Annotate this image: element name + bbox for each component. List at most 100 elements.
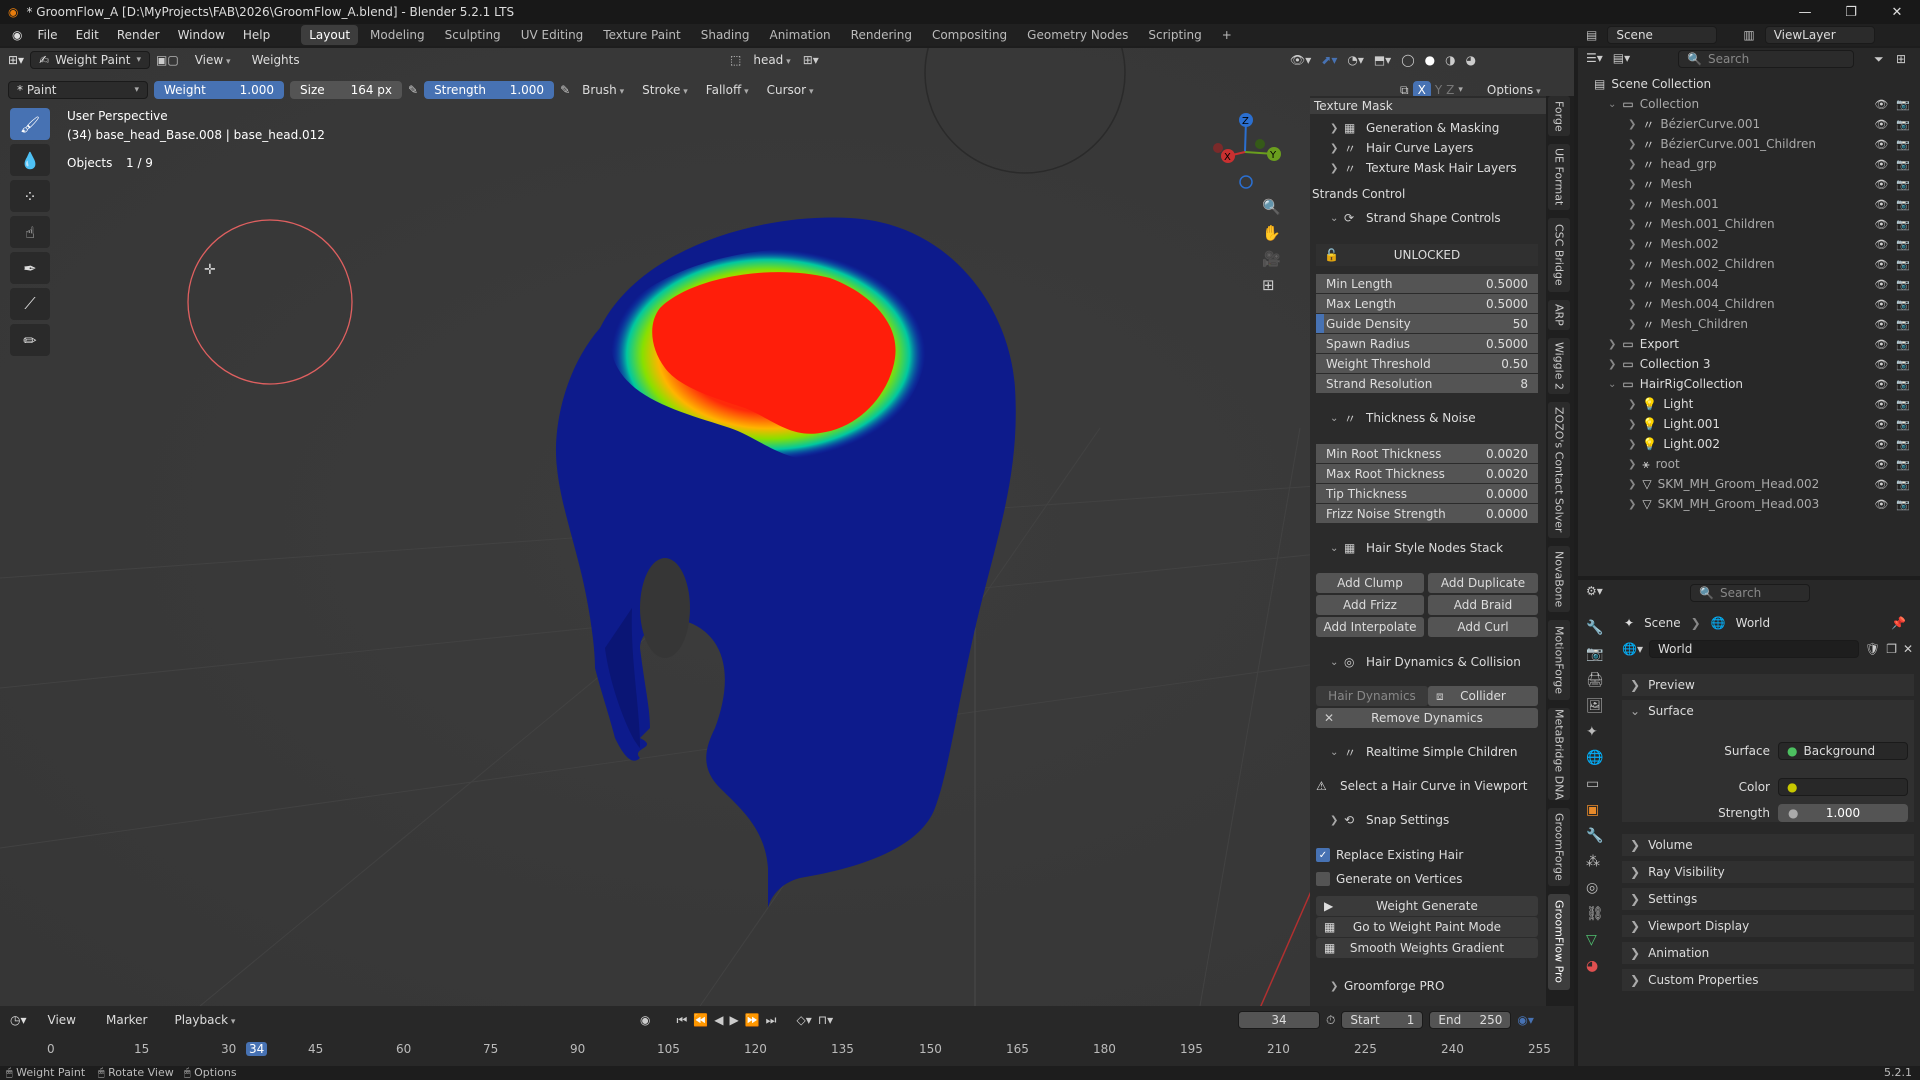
expand-caret-icon[interactable]: ⌄: [1608, 379, 1616, 390]
outliner-item[interactable]: ❯ 〃 Mesh.004_Children 👁 📷: [1578, 294, 1920, 314]
blur-tool[interactable]: 💧: [10, 144, 50, 176]
visibility-toggles[interactable]: 👁 📷: [1874, 218, 1910, 231]
outliner-search-input[interactable]: 🔍 Search: [1678, 50, 1854, 68]
outliner-item[interactable]: ❯ ▽ SKM_MH_Groom_Head.003 👁 📷: [1578, 494, 1920, 514]
tip-thickness-field[interactable]: Tip Thickness 0.0000: [1316, 484, 1538, 503]
expand-caret-icon[interactable]: ❯: [1628, 159, 1636, 170]
jump-start-icon[interactable]: ⏮: [676, 1013, 687, 1028]
world-datablock-field[interactable]: World: [1648, 640, 1859, 658]
keying-icon[interactable]: ◇▾: [796, 1013, 811, 1027]
jump-end-icon[interactable]: ⏭: [766, 1013, 777, 1028]
max-root-thickness-field[interactable]: Max Root Thickness 0.0020: [1316, 464, 1538, 483]
timeline-playback-menu[interactable]: Playback: [168, 1013, 241, 1027]
eye-icon[interactable]: 👁: [1874, 178, 1888, 191]
add-frizz-button[interactable]: Add Frizz: [1316, 595, 1424, 615]
particles-tab-icon[interactable]: ⁂: [1586, 854, 1604, 870]
tool-tab-icon[interactable]: 🔧: [1586, 620, 1604, 636]
tab-novabone[interactable]: NovaBone: [1548, 546, 1570, 612]
menu-edit[interactable]: Edit: [67, 24, 108, 46]
camera-render-icon[interactable]: 📷: [1896, 498, 1910, 511]
expand-caret-icon[interactable]: ❯: [1628, 119, 1636, 130]
generate-on-vertices-checkbox[interactable]: Generate on Vertices: [1310, 870, 1546, 888]
section-volume[interactable]: ❯ Volume: [1622, 834, 1914, 856]
tab-uv-editing[interactable]: UV Editing: [513, 25, 592, 45]
eye-icon[interactable]: 👁: [1874, 98, 1888, 111]
tab-shading[interactable]: Shading: [693, 25, 758, 45]
weight-slider[interactable]: Weight 1.000: [154, 81, 284, 99]
outliner-item[interactable]: ❯ 〃 Mesh.001_Children 👁 📷: [1578, 214, 1920, 234]
eye-icon[interactable]: 👁: [1874, 298, 1888, 311]
brush-selector[interactable]: * Paint ▾: [8, 81, 148, 99]
blender-menu-icon[interactable]: ◉: [6, 28, 28, 42]
camera-render-icon[interactable]: 📷: [1896, 298, 1910, 311]
tab-ue-format[interactable]: UE Format: [1548, 144, 1570, 210]
expand-caret-icon[interactable]: ❯: [1628, 439, 1636, 450]
expand-caret-icon[interactable]: ❯: [1628, 499, 1636, 510]
scene-tab-icon[interactable]: ✦: [1586, 724, 1604, 740]
add-braid-button[interactable]: Add Braid: [1428, 595, 1538, 615]
next-keyframe-icon[interactable]: ⏩: [745, 1013, 760, 1027]
eye-icon[interactable]: 👁: [1874, 118, 1888, 131]
visibility-toggles[interactable]: 👁 📷: [1874, 358, 1910, 371]
visibility-toggles[interactable]: 👁 📷: [1874, 458, 1910, 471]
tab-csc-bridge[interactable]: CSC Bridge: [1548, 218, 1570, 292]
camera-render-icon[interactable]: 📷: [1896, 118, 1910, 131]
annotate-tool[interactable]: ✏: [10, 324, 50, 356]
stroke-menu[interactable]: Stroke: [636, 83, 694, 97]
brush-menu[interactable]: Brush: [576, 83, 630, 97]
sample-weight-tool[interactable]: ✒: [10, 252, 50, 284]
menu-window[interactable]: Window: [169, 24, 234, 46]
smear-tool[interactable]: ☝: [10, 216, 50, 248]
visibility-toggles[interactable]: 👁 📷: [1874, 338, 1910, 351]
camera-render-icon[interactable]: 📷: [1896, 218, 1910, 231]
unlink-icon[interactable]: ✕: [1903, 642, 1913, 656]
outliner-item[interactable]: ❯ 〃 Mesh_Children 👁 📷: [1578, 314, 1920, 334]
gizmo-toggle-icon[interactable]: ⬈▾: [1321, 53, 1337, 67]
camera-render-icon[interactable]: 📷: [1896, 398, 1910, 411]
visibility-icon[interactable]: 👁▾: [1290, 53, 1311, 67]
auto-key-icon[interactable]: ⊓▾: [818, 1013, 833, 1027]
eye-icon[interactable]: 👁: [1874, 238, 1888, 251]
outliner-editor-icon[interactable]: ☰▾: [1586, 51, 1603, 65]
navigation-gizmo[interactable]: Z Y X: [1200, 110, 1290, 200]
visibility-toggles[interactable]: 👁 📷: [1874, 238, 1910, 251]
eye-icon[interactable]: 👁: [1874, 498, 1888, 511]
editor-type-icon[interactable]: ⊞▾: [8, 53, 24, 67]
frizz-noise-strength-field[interactable]: Frizz Noise Strength 0.0000: [1316, 504, 1538, 523]
options-menu[interactable]: Options: [1481, 83, 1547, 97]
section-surface[interactable]: ⌄ Surface: [1622, 700, 1914, 722]
expand-caret-icon[interactable]: ❯: [1608, 359, 1616, 370]
remove-dynamics-button[interactable]: ✕ Remove Dynamics: [1316, 708, 1538, 728]
visibility-toggles[interactable]: 👁 📷: [1874, 398, 1910, 411]
camera-render-icon[interactable]: 📷: [1896, 238, 1910, 251]
hair-curve-layers-panel[interactable]: ❯ 〃 Hair Curve Layers: [1310, 138, 1546, 158]
play-reverse-icon[interactable]: ◀: [714, 1013, 723, 1027]
camera-render-icon[interactable]: 📷: [1896, 198, 1910, 211]
spawn-radius-field[interactable]: Spawn Radius 0.5000: [1316, 334, 1538, 353]
tab-motionforge[interactable]: MotionForge: [1548, 620, 1570, 700]
scene-selector[interactable]: Scene: [1607, 26, 1718, 44]
camera-render-icon[interactable]: 📷: [1896, 318, 1910, 331]
display-mode-icon[interactable]: ▤▾: [1613, 51, 1630, 65]
menu-help[interactable]: Help: [234, 24, 279, 46]
expand-caret-icon[interactable]: ❯: [1628, 419, 1636, 430]
outliner-item[interactable]: ❯ 〃 Mesh.004 👁 📷: [1578, 274, 1920, 294]
export-collection-row[interactable]: ❯ ▭ Export 👁 📷: [1578, 334, 1920, 354]
replace-existing-hair-checkbox[interactable]: ✓ Replace Existing Hair: [1310, 846, 1546, 864]
section-settings[interactable]: ❯ Settings: [1622, 888, 1914, 910]
world-tab-icon[interactable]: 🌐: [1586, 750, 1604, 766]
eye-icon[interactable]: 👁: [1874, 258, 1888, 271]
crumb-world[interactable]: World: [1736, 616, 1770, 630]
eye-icon[interactable]: 👁: [1874, 358, 1888, 371]
start-frame-field[interactable]: Start 1: [1341, 1011, 1424, 1029]
scene-collection-row[interactable]: ▤ Scene Collection: [1578, 74, 1920, 94]
draw-brush-tool[interactable]: 🖌: [10, 108, 50, 140]
outliner-item[interactable]: ❯ 〃 BézierCurve.001_Children 👁 📷: [1578, 134, 1920, 154]
camera-render-icon[interactable]: 📷: [1896, 278, 1910, 291]
outliner-item[interactable]: ❯ ▽ SKM_MH_Groom_Head.002 👁 📷: [1578, 474, 1920, 494]
tab-metabridge-dna[interactable]: MetaBridge DNA: [1548, 708, 1570, 800]
section-ray-visibility[interactable]: ❯ Ray Visibility: [1622, 861, 1914, 883]
menu-weights[interactable]: Weights: [243, 49, 309, 71]
groomforge-pro-panel[interactable]: ❯ Groomforge PRO: [1310, 976, 1546, 996]
weight-generate-button[interactable]: ▶ Weight Generate: [1316, 896, 1538, 916]
